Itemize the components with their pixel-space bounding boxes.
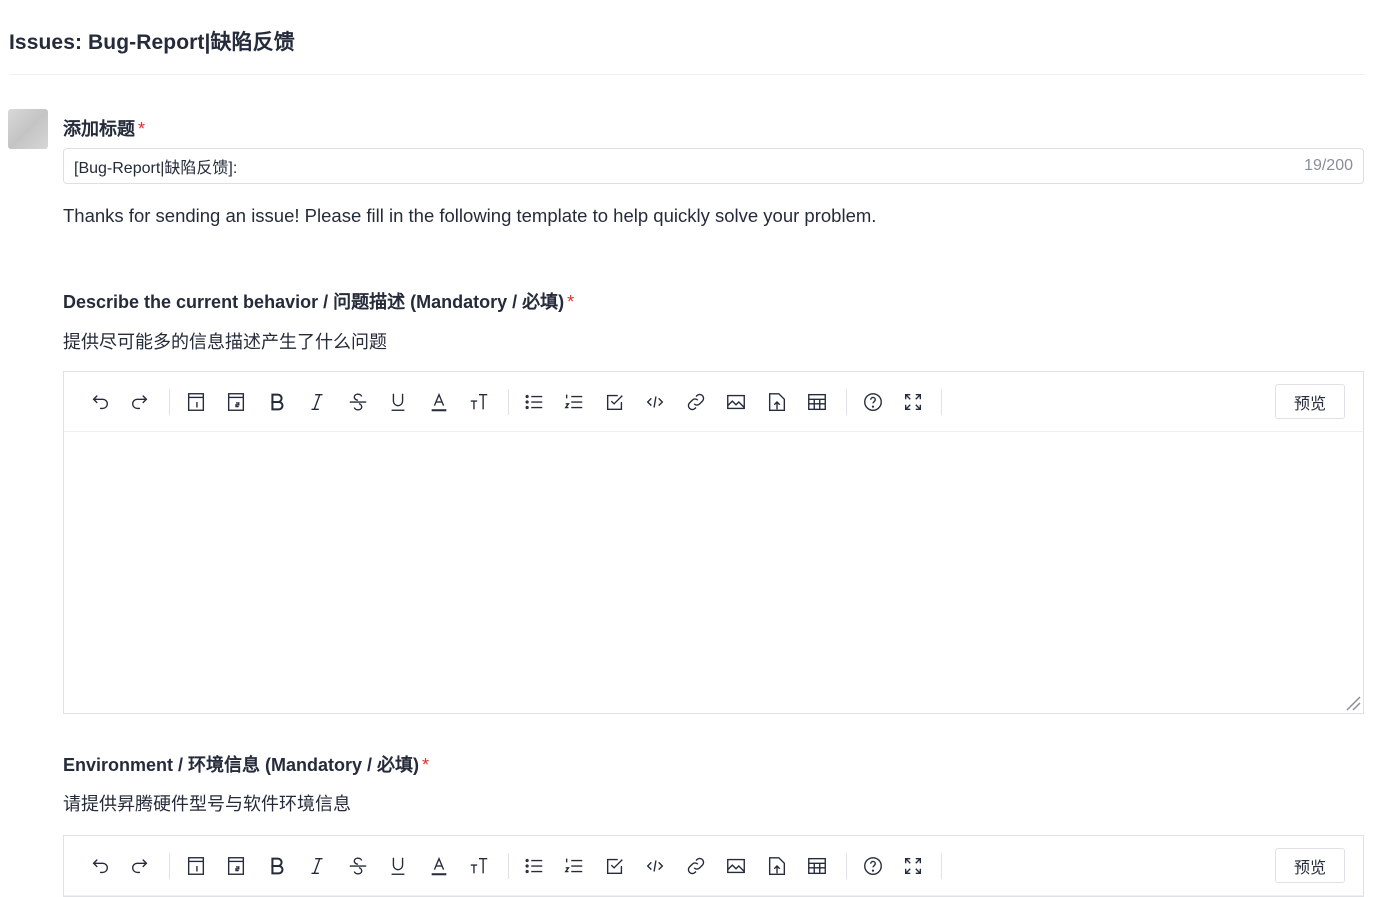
section-label-behavior: Describe the current behavior / 问题描述 (Ma…	[63, 288, 574, 314]
help-icon[interactable]	[860, 389, 886, 415]
font-color-icon[interactable]	[426, 389, 452, 415]
title-field-label: 添加标题 *	[63, 115, 145, 141]
section-label-environment: Environment / 环境信息 (Mandatory / 必填) *	[63, 751, 429, 777]
toolbar-separator	[941, 389, 942, 415]
fullscreen-icon[interactable]	[900, 853, 926, 879]
strikethrough-icon[interactable]	[345, 853, 371, 879]
code-icon[interactable]	[642, 853, 668, 879]
toolbar-separator	[169, 389, 170, 415]
code-icon[interactable]	[642, 389, 668, 415]
title-input[interactable]	[64, 149, 1284, 183]
link-icon[interactable]	[683, 853, 709, 879]
preview-button[interactable]: 预览	[1275, 384, 1345, 419]
title-label-text: 添加标题	[63, 119, 135, 139]
toolbar-separator	[846, 853, 847, 879]
bullet-list-icon[interactable]	[521, 389, 547, 415]
divider	[9, 74, 1365, 75]
required-mark: *	[138, 119, 146, 139]
fullscreen-icon[interactable]	[900, 389, 926, 415]
redo-icon[interactable]	[127, 389, 153, 415]
section-label-text: Describe the current behavior / 问题描述 (Ma…	[63, 292, 565, 312]
toolbar-separator	[846, 389, 847, 415]
ordered-list-icon[interactable]	[561, 389, 587, 415]
image-icon[interactable]	[723, 389, 749, 415]
resize-handle-icon[interactable]	[1343, 693, 1361, 711]
ordered-list-icon[interactable]	[561, 853, 587, 879]
toolbar-separator	[169, 853, 170, 879]
checklist-icon[interactable]	[602, 853, 628, 879]
editor-textarea[interactable]	[64, 432, 1363, 713]
font-size-icon[interactable]	[466, 853, 492, 879]
title-input-wrapper: 19/200	[63, 148, 1364, 184]
strikethrough-icon[interactable]	[345, 389, 371, 415]
table-icon[interactable]	[804, 853, 830, 879]
markdown-editor-behavior: 预览	[63, 371, 1364, 714]
section-hint-behavior: 提供尽可能多的信息描述产生了什么问题	[63, 332, 387, 352]
undo-icon[interactable]	[87, 389, 113, 415]
toolbar-separator	[508, 389, 509, 415]
section-hint-environment: 请提供昇腾硬件型号与软件环境信息	[63, 794, 351, 814]
bold-icon[interactable]	[264, 389, 290, 415]
heading2-icon[interactable]	[223, 389, 249, 415]
char-count: 19/200	[1304, 157, 1353, 174]
italic-icon[interactable]	[304, 389, 330, 415]
upload-icon[interactable]	[764, 389, 790, 415]
font-color-icon[interactable]	[426, 853, 452, 879]
heading1-icon[interactable]	[183, 389, 209, 415]
bold-icon[interactable]	[264, 853, 290, 879]
checklist-icon[interactable]	[602, 389, 628, 415]
image-icon[interactable]	[723, 853, 749, 879]
link-icon[interactable]	[683, 389, 709, 415]
page-title: Issues: Bug-Report|缺陷反馈	[9, 31, 295, 54]
required-mark: *	[422, 755, 430, 775]
toolbar-separator	[941, 853, 942, 879]
font-size-icon[interactable]	[466, 389, 492, 415]
toolbar-separator	[508, 853, 509, 879]
editor-toolbar: 预览	[64, 372, 1363, 432]
markdown-editor-environment: 预览	[63, 835, 1364, 897]
heading1-icon[interactable]	[183, 853, 209, 879]
underline-icon[interactable]	[385, 389, 411, 415]
required-mark: *	[567, 292, 575, 312]
undo-icon[interactable]	[87, 853, 113, 879]
table-icon[interactable]	[804, 389, 830, 415]
heading2-icon[interactable]	[223, 853, 249, 879]
avatar	[8, 109, 48, 149]
help-icon[interactable]	[860, 853, 886, 879]
upload-icon[interactable]	[764, 853, 790, 879]
bullet-list-icon[interactable]	[521, 853, 547, 879]
editor-toolbar: 预览	[64, 836, 1363, 896]
redo-icon[interactable]	[127, 853, 153, 879]
preview-button[interactable]: 预览	[1275, 848, 1345, 883]
section-label-text: Environment / 环境信息 (Mandatory / 必填)	[63, 755, 420, 775]
underline-icon[interactable]	[385, 853, 411, 879]
intro-text: Thanks for sending an issue! Please fill…	[63, 205, 877, 226]
italic-icon[interactable]	[304, 853, 330, 879]
